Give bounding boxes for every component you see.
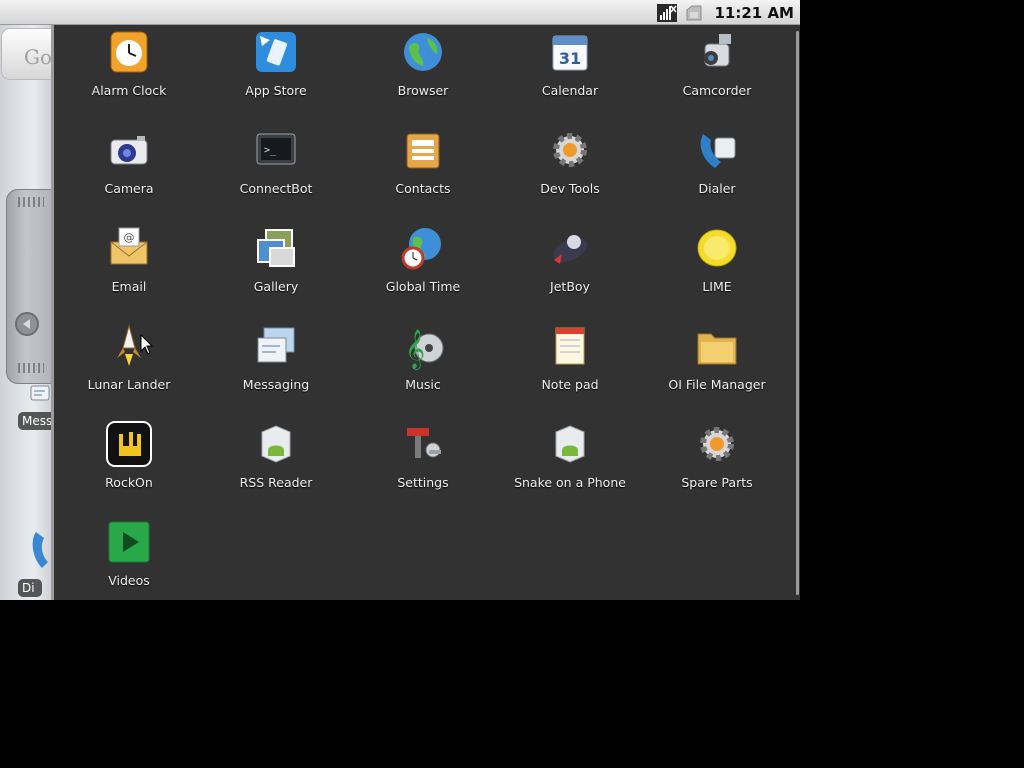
google-logo: Go xyxy=(24,45,53,69)
app-label: Spare Parts xyxy=(681,475,753,490)
app-jetboy[interactable]: JetBoy xyxy=(500,224,640,314)
app-label: RSS Reader xyxy=(239,475,313,490)
app-label: Browser xyxy=(397,83,449,98)
app-contacts[interactable]: Contacts xyxy=(353,126,493,216)
no-sim-icon xyxy=(686,5,702,20)
app-label: Camcorder xyxy=(682,83,752,98)
dialer-shortcut-label[interactable]: Di xyxy=(18,579,42,597)
drawer-handle[interactable] xyxy=(6,189,56,384)
previous-screen-button[interactable] xyxy=(15,312,39,336)
contacts-icon xyxy=(406,133,440,169)
app-email[interactable]: @ Email xyxy=(59,224,199,314)
app-drawer[interactable]: Alarm Clock App Store Browser 31 Calendar Cam… xyxy=(51,25,800,600)
file-manager-icon xyxy=(697,333,737,365)
app-file-manager[interactable]: OI File Manager xyxy=(647,322,787,412)
spare-parts-icon xyxy=(700,427,734,461)
app-label: OI File Manager xyxy=(668,377,766,392)
email-icon: @ xyxy=(110,227,148,265)
rss-reader-icon xyxy=(261,425,291,463)
app-label: ConnectBot xyxy=(239,181,313,196)
jetboy-icon xyxy=(553,235,587,264)
gallery-icon xyxy=(257,229,295,267)
home-screen: Go Mess Di xyxy=(0,25,62,600)
svg-text:31: 31 xyxy=(559,49,581,68)
calendar-icon: 31 xyxy=(552,35,588,71)
app-alarm-clock[interactable]: Alarm Clock xyxy=(59,28,199,118)
messaging-shortcut-icon[interactable] xyxy=(30,385,50,405)
dev-tools-icon xyxy=(553,133,587,167)
app-label: Calendar xyxy=(541,83,599,98)
app-label: Note pad xyxy=(541,377,599,392)
app-calendar[interactable]: 31 Calendar xyxy=(500,28,640,118)
videos-icon xyxy=(108,521,150,563)
grip-bottom xyxy=(18,363,44,373)
app-settings[interactable]: Settings xyxy=(353,420,493,510)
app-label: Alarm Clock xyxy=(91,83,167,98)
app-dev-tools[interactable]: Dev Tools xyxy=(500,126,640,216)
status-bar: 11:21 AM xyxy=(0,0,800,25)
music-icon: 𝄞 xyxy=(405,329,444,370)
app-label: Videos xyxy=(108,573,150,588)
global-time-icon xyxy=(401,228,441,270)
svg-text:𝄞: 𝄞 xyxy=(405,329,425,370)
app-notepad[interactable]: Note pad xyxy=(500,322,640,412)
app-store-icon xyxy=(256,32,296,72)
android-screen: Go Mess Di 11:21 AM Alarm Clock App Stor… xyxy=(0,0,800,600)
app-music[interactable]: 𝄞 Music xyxy=(353,322,493,412)
app-camera[interactable]: Camera xyxy=(59,126,199,216)
app-label: Messaging xyxy=(242,377,310,392)
dialer-icon xyxy=(700,134,736,168)
status-icons: 11:21 AM xyxy=(656,0,794,25)
app-label: Camera xyxy=(104,181,154,196)
app-lime[interactable]: LIME xyxy=(647,224,787,314)
settings-icon xyxy=(407,428,441,458)
mouse-cursor-icon xyxy=(140,334,154,355)
app-videos[interactable]: Videos xyxy=(59,518,199,600)
connectbot-icon: >_ xyxy=(256,133,296,165)
app-label: App Store xyxy=(245,83,307,98)
browser-icon xyxy=(404,33,442,71)
app-browser[interactable]: Browser xyxy=(353,28,493,118)
alarm-clock-icon xyxy=(110,31,148,73)
app-label: Gallery xyxy=(253,279,299,294)
signal-icon xyxy=(657,3,678,22)
app-label: RockOn xyxy=(105,475,153,490)
snake-icon xyxy=(555,425,585,463)
app-rockon[interactable]: RockOn xyxy=(59,420,199,510)
app-global-time[interactable]: Global Time xyxy=(353,224,493,314)
app-label: Music xyxy=(405,377,441,392)
app-rss-reader[interactable]: RSS Reader xyxy=(206,420,346,510)
messaging-icon xyxy=(257,327,295,363)
grip-top xyxy=(18,197,44,207)
app-label: Dialer xyxy=(698,181,736,196)
svg-text:@: @ xyxy=(124,231,135,244)
app-app-store[interactable]: App Store xyxy=(206,28,346,118)
drawer-scrollbar[interactable] xyxy=(796,31,799,595)
app-lunar-lander[interactable]: Lunar Lander xyxy=(59,322,199,412)
app-dialer[interactable]: Dialer xyxy=(647,126,787,216)
notepad-icon xyxy=(555,327,585,365)
camcorder-icon xyxy=(704,34,731,67)
app-label: Contacts xyxy=(395,181,451,196)
arrow-left-icon xyxy=(23,319,30,329)
app-spare-parts[interactable]: Spare Parts xyxy=(647,420,787,510)
app-connectbot[interactable]: >_ ConnectBot xyxy=(206,126,346,216)
app-label: Lunar Lander xyxy=(87,377,171,392)
app-label: Dev Tools xyxy=(540,181,600,196)
app-label: JetBoy xyxy=(550,279,590,294)
app-label: LIME xyxy=(702,279,732,294)
app-label: Settings xyxy=(397,475,449,490)
rockon-icon xyxy=(106,421,152,467)
lime-icon xyxy=(697,229,737,267)
camera-icon xyxy=(110,136,148,165)
status-clock: 11:21 AM xyxy=(714,3,794,22)
app-label: Email xyxy=(111,279,147,294)
app-snake[interactable]: Snake on a Phone xyxy=(500,420,640,510)
app-camcorder[interactable]: Camcorder xyxy=(647,28,787,118)
app-messaging[interactable]: Messaging xyxy=(206,322,346,412)
app-label: Global Time xyxy=(385,279,461,294)
app-gallery[interactable]: Gallery xyxy=(206,224,346,314)
svg-text:>_: >_ xyxy=(264,145,277,156)
app-label: Snake on a Phone xyxy=(514,475,626,490)
